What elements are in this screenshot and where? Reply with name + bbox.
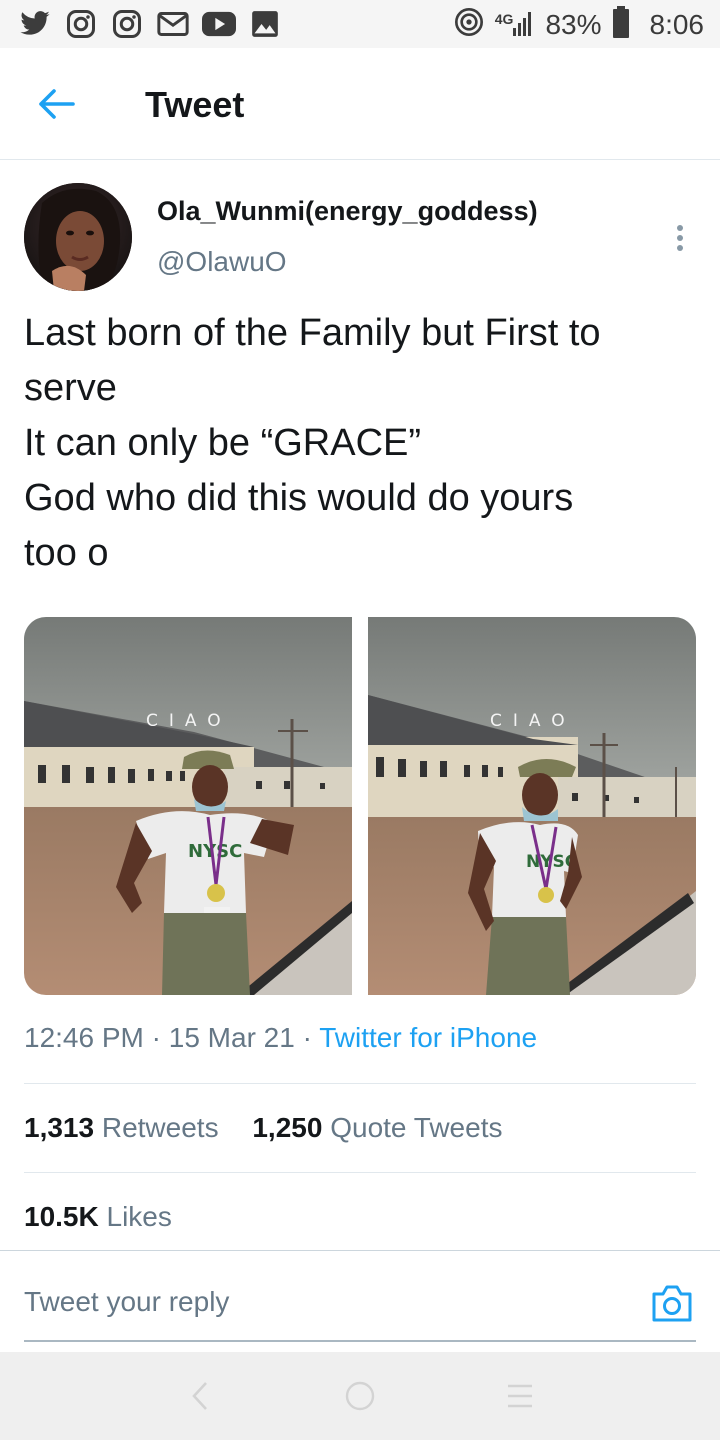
instagram-icon bbox=[110, 8, 144, 40]
nav-recents-button[interactable] bbox=[500, 1378, 540, 1414]
youtube-icon bbox=[202, 8, 236, 40]
photo-overlay-text: CIAO bbox=[146, 711, 232, 731]
divider bbox=[24, 1172, 696, 1173]
quote-tweets-stat[interactable]: 1,250 Quote Tweets bbox=[252, 1112, 502, 1144]
signal-icon bbox=[513, 8, 535, 41]
camera-icon bbox=[652, 1285, 692, 1322]
likes-stat[interactable]: 10.5K Likes bbox=[24, 1201, 172, 1233]
camera-button[interactable] bbox=[650, 1282, 694, 1324]
author-handle[interactable]: @OlawuO bbox=[157, 246, 287, 278]
hotspot-icon bbox=[453, 6, 485, 43]
svg-text:NYSC: NYSC bbox=[188, 841, 242, 862]
tweet-photo-1[interactable]: NYSC CIAO bbox=[24, 617, 352, 995]
avatar[interactable] bbox=[24, 183, 132, 291]
twitter-icon bbox=[18, 8, 52, 40]
clock: 8:06 bbox=[649, 8, 705, 40]
reply-input[interactable]: Tweet your reply bbox=[24, 1286, 624, 1318]
nav-back-button[interactable] bbox=[180, 1378, 220, 1414]
tweet-text: Last born of the Family but First to ser… bbox=[24, 306, 700, 581]
battery-percent: 83% bbox=[545, 8, 602, 40]
tweet-timestamp-row: 12:46 PM · 15 Mar 21 · Twitter for iPhon… bbox=[24, 1022, 537, 1054]
tweet-time: 12:46 PM bbox=[24, 1022, 144, 1053]
tweet-text-line: God who did this would do yours bbox=[24, 477, 574, 519]
network-type: 4G bbox=[494, 10, 514, 27]
tweet-text-line: Last born of the Family but First to bbox=[24, 312, 601, 354]
status-bar: 4G 83% 8:06 bbox=[0, 0, 720, 48]
tweet-text-line: It can only be “GRACE” bbox=[24, 422, 422, 464]
tweet-date: 15 Mar 21 bbox=[168, 1022, 295, 1053]
likes-label: Likes bbox=[106, 1201, 172, 1232]
tweet-source-link[interactable]: Twitter for iPhone bbox=[319, 1022, 537, 1053]
quote-tweets-count: 1,250 bbox=[252, 1112, 323, 1143]
instagram-icon bbox=[64, 8, 98, 40]
retweets-count: 1,313 bbox=[24, 1112, 95, 1143]
chevron-left-icon bbox=[192, 1382, 207, 1410]
likes-count: 10.5K bbox=[24, 1201, 99, 1232]
separator-dot: · bbox=[151, 1022, 169, 1053]
author-display-name[interactable]: Ola_Wunmi(energy_goddess) bbox=[157, 196, 538, 227]
gallery-icon bbox=[248, 8, 282, 40]
notification-icons bbox=[18, 8, 282, 40]
system-status: 4G 83% 8:06 bbox=[453, 6, 704, 43]
circle-icon bbox=[345, 1381, 375, 1411]
battery-icon bbox=[612, 6, 630, 43]
more-options-button[interactable] bbox=[668, 222, 692, 254]
retweets-stat[interactable]: 1,313 Retweets bbox=[24, 1112, 219, 1144]
separator-dot: · bbox=[302, 1022, 320, 1053]
nav-home-button[interactable] bbox=[340, 1378, 380, 1414]
arrow-left-icon bbox=[39, 89, 75, 119]
gmail-icon bbox=[156, 8, 190, 40]
tweet-photo-2[interactable]: NYSC CIAO bbox=[368, 617, 696, 995]
menu-lines-icon bbox=[508, 1384, 532, 1408]
engagement-stats: 1,313 Retweets 1,250 Quote Tweets bbox=[24, 1112, 528, 1144]
top-app-bar: Tweet bbox=[0, 48, 720, 160]
tweet-text-line: serve bbox=[24, 367, 117, 409]
quote-tweets-label: Quote Tweets bbox=[330, 1112, 503, 1143]
divider bbox=[0, 1250, 720, 1251]
divider bbox=[24, 1083, 696, 1084]
photo-overlay-text: CIAO bbox=[490, 711, 576, 731]
retweets-label: Retweets bbox=[101, 1112, 219, 1143]
likes-row: 10.5K Likes bbox=[24, 1201, 198, 1233]
reply-underline bbox=[24, 1340, 696, 1342]
back-button[interactable] bbox=[34, 86, 78, 122]
system-navigation-bar bbox=[0, 1352, 720, 1440]
page-title: Tweet bbox=[145, 84, 245, 125]
more-vertical-icon bbox=[677, 225, 683, 251]
tweet-text-line: too o bbox=[24, 532, 109, 574]
